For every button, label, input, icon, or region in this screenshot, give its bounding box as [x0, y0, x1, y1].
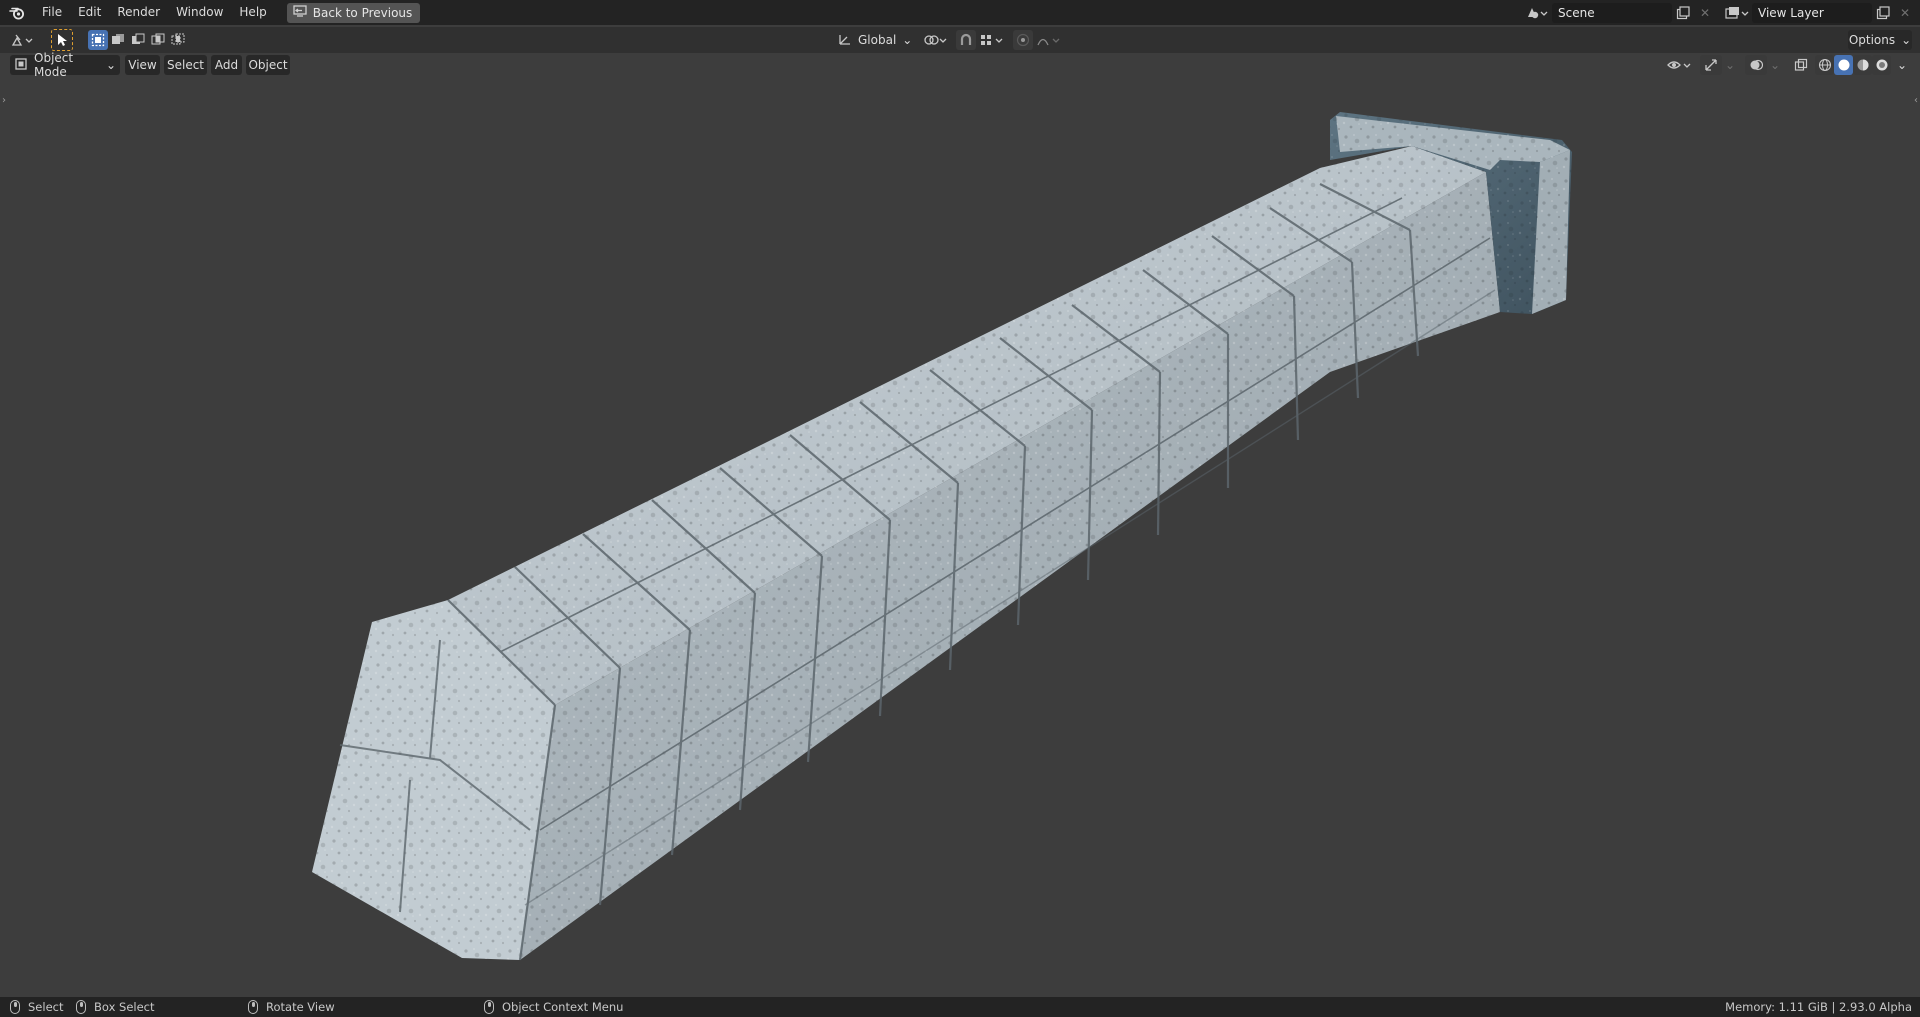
transform-orientation-icon	[838, 32, 852, 49]
scene-name-field[interactable]: Scene	[1552, 2, 1672, 23]
snap-icon[interactable]	[956, 30, 976, 50]
menu-view[interactable]: View	[125, 55, 160, 75]
status-box-select-label: Box Select	[94, 1000, 155, 1014]
stone-pillar-model	[312, 112, 1572, 961]
pivot-icon[interactable]	[920, 30, 952, 50]
chevron-down-icon: ⌄	[105, 58, 116, 72]
status-box-select: Box Select	[76, 997, 155, 1017]
status-rotate-view-label: Rotate View	[266, 1000, 335, 1014]
overlay-icon[interactable]	[1745, 55, 1767, 75]
tool-header: Global ⌄ Options ⌄	[0, 27, 1920, 53]
mouse-icon	[484, 1000, 494, 1014]
status-memory-label: Memory: 1.11 GiB | 2.93.0 Alpha	[1725, 1000, 1912, 1014]
back-icon	[293, 5, 307, 20]
blender-logo-icon[interactable]	[0, 0, 34, 25]
selection-mode-intersect-button[interactable]	[168, 30, 188, 50]
selection-mode-subtract-button[interactable]	[128, 30, 148, 50]
left-region-toggle-icon[interactable]: ›	[2, 95, 6, 106]
top-menu-bar: File Edit Render Window Help Back to Pre…	[0, 0, 1920, 25]
gizmo-icon[interactable]	[1700, 55, 1722, 75]
status-rotate-view: Rotate View	[248, 997, 335, 1017]
mouse-icon	[76, 1000, 86, 1014]
shading-wireframe-icon[interactable]	[1815, 55, 1834, 75]
viewport-header: Object Mode ⌄ View Select Add Object ⌄ ⌄…	[0, 51, 1920, 79]
back-to-previous-button[interactable]: Back to Previous	[286, 2, 421, 23]
status-context-menu: Object Context Menu	[484, 997, 623, 1017]
mouse-icon	[248, 1000, 258, 1014]
view-layer-name-field[interactable]: View Layer	[1752, 2, 1872, 23]
options-label: Options	[1848, 33, 1896, 47]
chevron-down-icon: ⌄	[1901, 33, 1912, 47]
menu-render[interactable]: Render	[109, 0, 168, 25]
menu-add[interactable]: Add	[211, 55, 242, 75]
status-memory: Memory: 1.11 GiB | 2.93.0 Alpha	[1725, 997, 1912, 1017]
gizmo-dropdown[interactable]: ⌄	[1722, 55, 1738, 75]
select-cursor-icon[interactable]	[51, 29, 73, 51]
scene-new-icon[interactable]	[1672, 3, 1694, 23]
selection-mode-extend-button[interactable]	[108, 30, 128, 50]
menu-select[interactable]: Select	[164, 55, 207, 75]
overlay-dropdown[interactable]: ⌄	[1767, 55, 1783, 75]
options-dropdown[interactable]: Options ⌄	[1848, 30, 1912, 50]
view-layer-new-icon[interactable]	[1872, 3, 1894, 23]
shading-material-icon[interactable]	[1853, 55, 1872, 75]
proportional-editing-icon[interactable]	[1013, 30, 1033, 50]
shading-solid-icon[interactable]	[1834, 55, 1853, 75]
editor-type-button[interactable]	[8, 30, 40, 50]
chevron-down-icon: ⌄	[902, 33, 913, 47]
status-select: Select	[10, 997, 63, 1017]
shading-dropdown[interactable]: ⌄	[1894, 55, 1910, 75]
scene-selector: Scene ✕	[1522, 2, 1716, 23]
transform-orientation-label: Global	[858, 33, 897, 47]
scene-browse-button[interactable]	[1522, 3, 1552, 23]
status-context-menu-label: Object Context Menu	[502, 1000, 624, 1014]
proportional-falloff-dropdown[interactable]	[1034, 30, 1064, 50]
shading-rendered-icon[interactable]	[1872, 55, 1891, 75]
object-mode-icon	[14, 57, 28, 74]
menu-window[interactable]: Window	[168, 0, 231, 25]
selection-mode-invert-button[interactable]	[148, 30, 168, 50]
view-layer-close-icon[interactable]: ✕	[1894, 3, 1916, 23]
visibility-icon[interactable]	[1664, 55, 1696, 75]
menu-edit[interactable]: Edit	[70, 0, 109, 25]
snap-target-dropdown[interactable]	[976, 30, 1008, 50]
xray-icon[interactable]	[1790, 55, 1812, 75]
mouse-icon	[10, 1000, 20, 1014]
3d-viewport[interactable]: › ‹	[0, 27, 1920, 997]
scene-close-icon[interactable]: ✕	[1694, 3, 1716, 23]
mode-label: Object Mode	[34, 51, 74, 79]
menu-object[interactable]: Object	[246, 55, 290, 75]
menu-file[interactable]: File	[34, 0, 70, 25]
menu-help[interactable]: Help	[231, 0, 274, 25]
view-layer-browse-button[interactable]	[1722, 3, 1752, 23]
selection-mode-new-button[interactable]	[88, 30, 108, 50]
back-to-previous-label: Back to Previous	[312, 5, 413, 20]
status-bar: Select Box Select Rotate View Object Con…	[0, 997, 1920, 1017]
mode-dropdown[interactable]: Object Mode ⌄	[10, 51, 120, 79]
right-region-toggle-icon[interactable]: ‹	[1914, 95, 1918, 106]
transform-orientation-dropdown[interactable]: Global ⌄	[834, 30, 914, 50]
view-layer-selector: View Layer ✕	[1722, 2, 1916, 23]
status-select-label: Select	[28, 1000, 64, 1014]
